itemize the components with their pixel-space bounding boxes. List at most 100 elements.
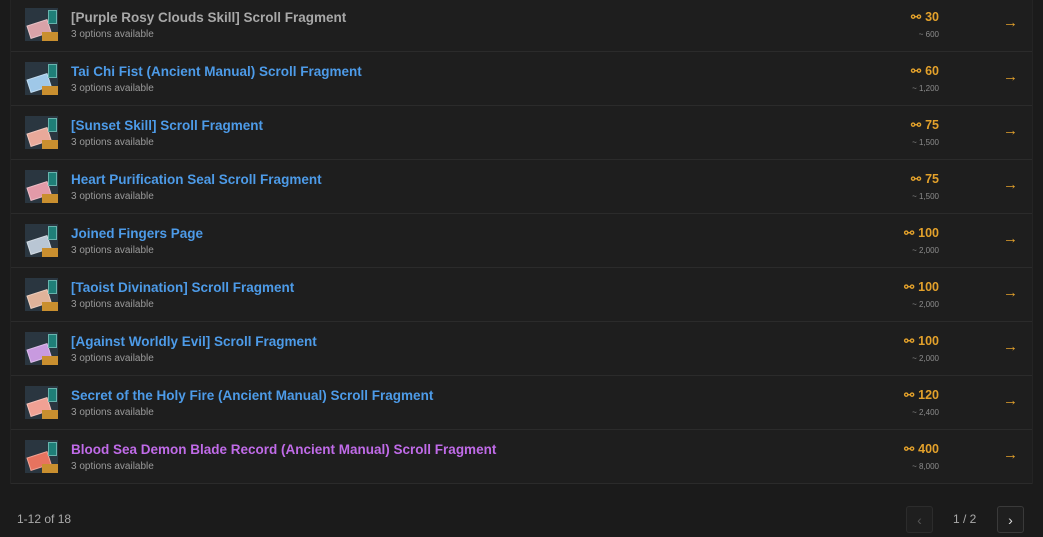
item-options-count: 3 options available [71, 137, 154, 148]
item-thumbnail [25, 8, 58, 41]
coin-icon: ⚯ [904, 334, 915, 348]
item-title[interactable]: [Sunset Skill] Scroll Fragment [71, 118, 263, 133]
price-value: 100 [918, 226, 939, 240]
item-price: ⚯ 120 [859, 388, 939, 402]
bookmark-icon [48, 226, 57, 240]
item-options-count: 3 options available [71, 191, 154, 202]
quantity-badge-icon [42, 140, 58, 149]
arrow-right-icon[interactable]: → [1003, 392, 1018, 409]
list-item[interactable]: Blood Sea Demon Blade Record (Ancient Ma… [11, 430, 1032, 484]
list-item[interactable]: Secret of the Holy Fire (Ancient Manual)… [11, 376, 1032, 430]
bookmark-icon [48, 10, 57, 24]
coin-icon: ⚯ [904, 442, 915, 456]
fragment-list: [Purple Rosy Clouds Skill] Scroll Fragme… [10, 0, 1033, 484]
quantity-badge-icon [42, 248, 58, 257]
item-approx-value: ~ 600 [918, 30, 939, 39]
coin-icon: ⚯ [911, 118, 922, 132]
coin-icon: ⚯ [904, 388, 915, 402]
item-thumbnail [25, 278, 58, 311]
bookmark-icon [48, 64, 57, 78]
price-value: 75 [925, 118, 939, 132]
coin-icon: ⚯ [911, 64, 922, 78]
list-item[interactable]: [Against Worldly Evil] Scroll Fragment 3 … [11, 322, 1032, 376]
price-value: 60 [925, 64, 939, 78]
item-title[interactable]: Tai Chi Fist (Ancient Manual) Scroll Fra… [71, 64, 362, 79]
quantity-badge-icon [42, 32, 58, 41]
list-item[interactable]: Joined Fingers Page 3 options available ⚯ 1… [11, 214, 1032, 268]
quantity-badge-icon [42, 464, 58, 473]
item-options-count: 3 options available [71, 245, 154, 256]
item-title[interactable]: [Taoist Divination] Scroll Fragment [71, 280, 294, 295]
item-approx-value: ~ 1,500 [912, 192, 939, 201]
item-thumbnail [25, 224, 58, 257]
price-value: 400 [918, 442, 939, 456]
quantity-badge-icon [42, 410, 58, 419]
item-options-count: 3 options available [71, 299, 154, 310]
item-price: ⚯ 400 [859, 442, 939, 456]
item-price: ⚯ 75 [859, 118, 939, 132]
item-title[interactable]: [Against Worldly Evil] Scroll Fragment [71, 334, 317, 349]
list-item[interactable]: Heart Purification Seal Scroll Fragment 3… [11, 160, 1032, 214]
coin-icon: ⚯ [911, 172, 922, 186]
list-item[interactable]: [Taoist Divination] Scroll Fragment 3 opt… [11, 268, 1032, 322]
price-value: 30 [925, 10, 939, 24]
item-thumbnail [25, 440, 58, 473]
item-approx-value: ~ 1,500 [912, 138, 939, 147]
quantity-badge-icon [42, 302, 58, 311]
price-value: 75 [925, 172, 939, 186]
item-thumbnail [25, 62, 58, 95]
item-approx-value: ~ 8,000 [912, 462, 939, 471]
item-thumbnail [25, 386, 58, 419]
item-approx-value: ~ 2,000 [912, 300, 939, 309]
arrow-right-icon[interactable]: → [1003, 338, 1018, 355]
coin-icon: ⚯ [911, 10, 922, 24]
arrow-right-icon[interactable]: → [1003, 68, 1018, 85]
item-thumbnail [25, 332, 58, 365]
item-price: ⚯ 100 [859, 334, 939, 348]
item-title[interactable]: Heart Purification Seal Scroll Fragment [71, 172, 322, 187]
bookmark-icon [48, 118, 57, 132]
item-price: ⚯ 75 [859, 172, 939, 186]
item-price: ⚯ 60 [859, 64, 939, 78]
item-title[interactable]: Joined Fingers Page [71, 226, 203, 241]
item-options-count: 3 options available [71, 407, 154, 418]
item-options-count: 3 options available [71, 461, 154, 472]
quantity-badge-icon [42, 86, 58, 95]
item-thumbnail [25, 170, 58, 203]
item-approx-value: ~ 2,000 [912, 246, 939, 255]
arrow-right-icon[interactable]: → [1003, 230, 1018, 247]
item-options-count: 3 options available [71, 353, 154, 364]
item-price: ⚯ 100 [859, 280, 939, 294]
price-value: 120 [918, 388, 939, 402]
prev-page-button[interactable]: ‹ [906, 506, 933, 533]
next-page-button[interactable]: › [997, 506, 1024, 533]
arrow-right-icon[interactable]: → [1003, 284, 1018, 301]
bookmark-icon [48, 334, 57, 348]
item-title[interactable]: Secret of the Holy Fire (Ancient Manual)… [71, 388, 433, 403]
page-indicator: 1 / 2 [953, 512, 977, 526]
item-thumbnail [25, 116, 58, 149]
arrow-right-icon[interactable]: → [1003, 122, 1018, 139]
list-item[interactable]: [Sunset Skill] Scroll Fragment 3 options … [11, 106, 1032, 160]
list-item[interactable]: [Purple Rosy Clouds Skill] Scroll Fragme… [11, 0, 1032, 52]
quantity-badge-icon [42, 194, 58, 203]
arrow-right-icon[interactable]: → [1003, 14, 1018, 31]
list-item[interactable]: Tai Chi Fist (Ancient Manual) Scroll Fra… [11, 52, 1032, 106]
coin-icon: ⚯ [904, 226, 915, 240]
arrow-right-icon[interactable]: → [1003, 176, 1018, 193]
item-options-count: 3 options available [71, 29, 154, 40]
arrow-right-icon[interactable]: → [1003, 446, 1018, 463]
item-price: ⚯ 100 [859, 226, 939, 240]
quantity-badge-icon [42, 356, 58, 365]
bookmark-icon [48, 172, 57, 186]
price-value: 100 [918, 280, 939, 294]
item-title[interactable]: [Purple Rosy Clouds Skill] Scroll Fragme… [71, 10, 346, 25]
item-title[interactable]: Blood Sea Demon Blade Record (Ancient Ma… [71, 442, 496, 457]
bookmark-icon [48, 388, 57, 402]
item-price: ⚯ 30 [859, 10, 939, 24]
item-options-count: 3 options available [71, 83, 154, 94]
bookmark-icon [48, 442, 57, 456]
bookmark-icon [48, 280, 57, 294]
item-approx-value: ~ 2,000 [912, 354, 939, 363]
price-value: 100 [918, 334, 939, 348]
